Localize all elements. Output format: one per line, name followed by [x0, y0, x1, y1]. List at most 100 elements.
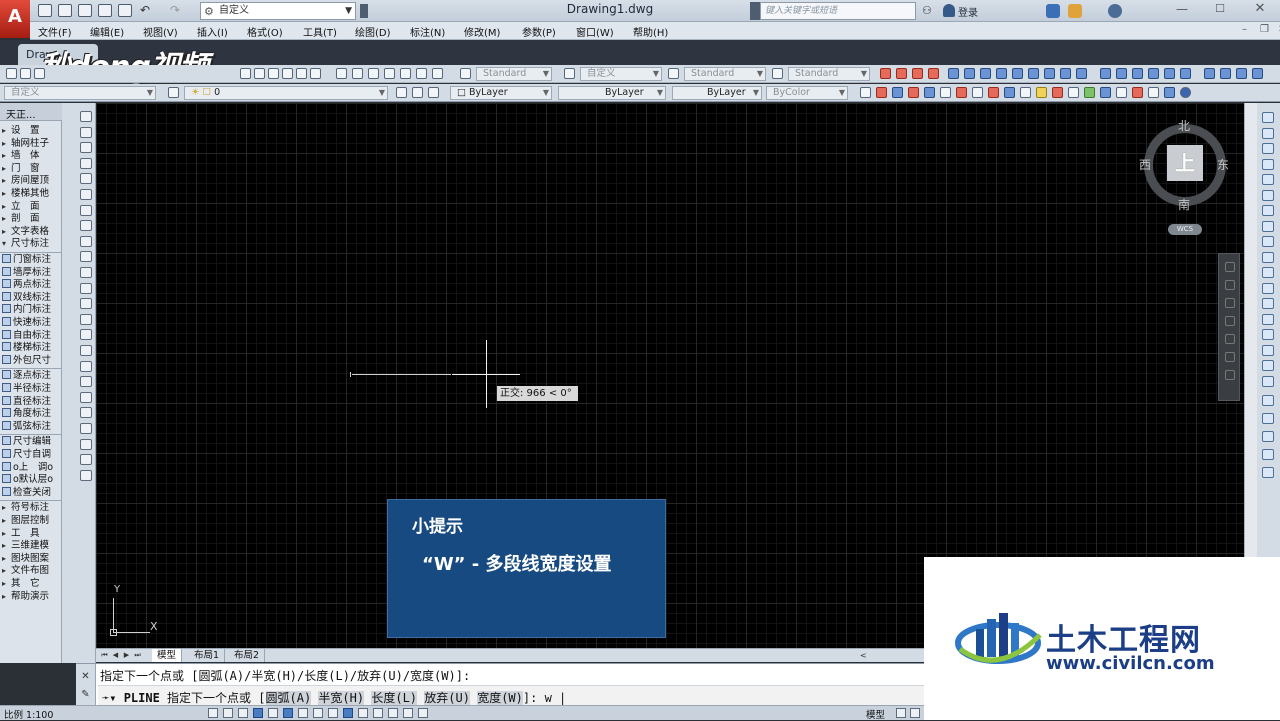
- plotstyle-combo[interactable]: ByColor ▼: [766, 86, 848, 100]
- tool-4-icon[interactable]: [908, 87, 919, 98]
- polyline-segment[interactable]: [352, 374, 451, 375]
- properties-icon[interactable]: [80, 469, 92, 481]
- chamfer-icon[interactable]: [1262, 329, 1274, 340]
- undo-toolbar-icon[interactable]: [254, 68, 265, 79]
- 3d-object-snap-toggle[interactable]: [298, 708, 308, 718]
- prev-tab-icon[interactable]: ◀: [111, 651, 120, 660]
- palette-item[interactable]: ▸ 轴网柱子: [2, 138, 60, 151]
- palette-item[interactable]: ▸ 符号标注: [2, 502, 60, 515]
- mirror-icon[interactable]: [1262, 143, 1274, 154]
- transparency-toggle[interactable]: [373, 708, 383, 718]
- palette-item[interactable]: ▸ 文字表格: [2, 226, 60, 239]
- grid-display-toggle[interactable]: [238, 708, 248, 718]
- menu-format[interactable]: 格式(O): [247, 24, 283, 39]
- multileader-style-combo[interactable]: Standard ▼: [788, 67, 870, 81]
- array-icon[interactable]: [1262, 174, 1274, 185]
- pan-nav-icon[interactable]: [1225, 280, 1235, 290]
- tab-layout1[interactable]: 布局1: [189, 649, 226, 662]
- nav-extent-icon[interactable]: [1225, 352, 1235, 362]
- search-expand-icon[interactable]: [750, 2, 760, 20]
- tool-17-icon[interactable]: [1116, 87, 1127, 98]
- palette-item[interactable]: 内门标注: [2, 304, 60, 317]
- menu-view[interactable]: 视图(V): [143, 24, 178, 39]
- palette-item[interactable]: o上 调o: [2, 461, 60, 475]
- tool-20-icon[interactable]: [1164, 87, 1175, 98]
- layer-properties-icon[interactable]: [168, 87, 179, 98]
- palette-item[interactable]: ▾ 尺寸标注: [2, 238, 60, 251]
- hatch-icon[interactable]: [80, 329, 92, 341]
- menu-tools[interactable]: 工具(T): [303, 24, 337, 39]
- tool-13-icon[interactable]: [1052, 87, 1063, 98]
- palette-item[interactable]: ▸ 三维建模: [2, 540, 60, 553]
- text-style-icon[interactable]: [460, 68, 471, 79]
- ucs-icon[interactable]: [80, 438, 92, 450]
- menu-restore-icon[interactable]: ❐: [1260, 24, 1269, 35]
- globe-icon[interactable]: [1180, 87, 1191, 98]
- zoom-previous-icon[interactable]: [310, 68, 321, 79]
- trim-icon[interactable]: [1262, 251, 1274, 263]
- annotation-scale[interactable]: 比例 1:100: [4, 707, 53, 721]
- option-length[interactable]: 长度(L): [371, 691, 418, 705]
- object-snap-tracking-toggle[interactable]: [313, 708, 323, 718]
- spline-icon[interactable]: [80, 235, 92, 247]
- palette-item[interactable]: ▸ 剖 面: [2, 213, 60, 226]
- add-selected-icon[interactable]: [80, 407, 92, 419]
- tool-19-icon[interactable]: [1148, 87, 1159, 98]
- quickcalc-icon[interactable]: [416, 68, 427, 79]
- stretch-icon[interactable]: [1262, 236, 1274, 247]
- menu-help[interactable]: 帮助(H): [633, 24, 668, 39]
- layer-freeze-icon[interactable]: [1262, 431, 1274, 442]
- dynamic-ucs-toggle[interactable]: [328, 708, 338, 718]
- tool-14-icon[interactable]: [1068, 87, 1079, 98]
- dim-text-edit-icon[interactable]: [1180, 68, 1191, 79]
- object-snap-toggle[interactable]: [283, 708, 293, 718]
- tool-16-icon[interactable]: [1100, 87, 1111, 98]
- layer-lock-icon[interactable]: [1262, 449, 1274, 460]
- palette-item[interactable]: 检查关闭: [2, 486, 60, 500]
- table-icon[interactable]: [80, 376, 92, 388]
- save-icon[interactable]: [78, 4, 92, 17]
- calculator-icon[interactable]: [432, 68, 443, 79]
- dim-update-icon[interactable]: [1204, 68, 1215, 79]
- palette-item[interactable]: ▸ 其 它: [2, 578, 60, 591]
- palette-item[interactable]: 外包尺寸: [2, 354, 60, 368]
- menu-window[interactable]: 窗口(W): [576, 24, 614, 39]
- tool-1-icon[interactable]: [860, 87, 871, 98]
- layer-iso-icon[interactable]: [1262, 395, 1274, 406]
- tool-6-icon[interactable]: [940, 87, 951, 98]
- command-window-close-icon[interactable]: ✕ ✎: [76, 664, 96, 706]
- palette-item[interactable]: 逐点标注: [2, 370, 60, 383]
- option-arc[interactable]: 圆弧(A): [265, 691, 312, 705]
- menu-modify[interactable]: 修改(M): [464, 24, 500, 39]
- dynamic-input-toggle[interactable]: [343, 708, 353, 718]
- center-mark-icon[interactable]: [1116, 68, 1127, 79]
- palette-item[interactable]: 楼梯标注: [2, 342, 60, 355]
- undo-icon[interactable]: ↶: [140, 3, 150, 17]
- minimize-button[interactable]: —: [1168, 0, 1196, 20]
- explode-icon[interactable]: [1262, 375, 1274, 387]
- menu-insert[interactable]: 插入(I): [197, 24, 228, 39]
- quick-properties-toggle[interactable]: [388, 708, 398, 718]
- gradient-icon[interactable]: [80, 345, 92, 356]
- close-button[interactable]: ✕: [1240, 0, 1280, 20]
- login-link[interactable]: 登录: [958, 4, 978, 19]
- maximize-button[interactable]: ☐: [1206, 0, 1234, 20]
- viewcube-top-face[interactable]: 上: [1167, 145, 1203, 181]
- menu-draw[interactable]: 绘图(D): [355, 24, 391, 39]
- orbit-nav-icon[interactable]: [1225, 316, 1235, 326]
- palette-item[interactable]: ▸ 工 具: [2, 528, 60, 541]
- table-style-combo[interactable]: Standard ▼: [684, 67, 766, 81]
- layer-combo[interactable]: ☀ ☐ 0 ▼: [184, 86, 388, 100]
- dim-style-combo[interactable]: 自定义 ▼: [580, 67, 662, 81]
- dim-style-manager-icon[interactable]: [1220, 68, 1231, 79]
- circle-icon[interactable]: [80, 204, 92, 216]
- dim-diameter-icon[interactable]: [980, 68, 991, 79]
- open-file-icon[interactable]: [58, 4, 72, 17]
- save-as-icon[interactable]: [98, 4, 112, 17]
- tool-7-icon[interactable]: [956, 87, 967, 98]
- join-icon[interactable]: [1262, 313, 1274, 325]
- palette-item[interactable]: ▸ 楼梯其他: [2, 188, 60, 201]
- arc-icon[interactable]: [80, 189, 92, 200]
- dim-break-icon[interactable]: [1076, 68, 1087, 79]
- connect-icon[interactable]: [1068, 4, 1082, 18]
